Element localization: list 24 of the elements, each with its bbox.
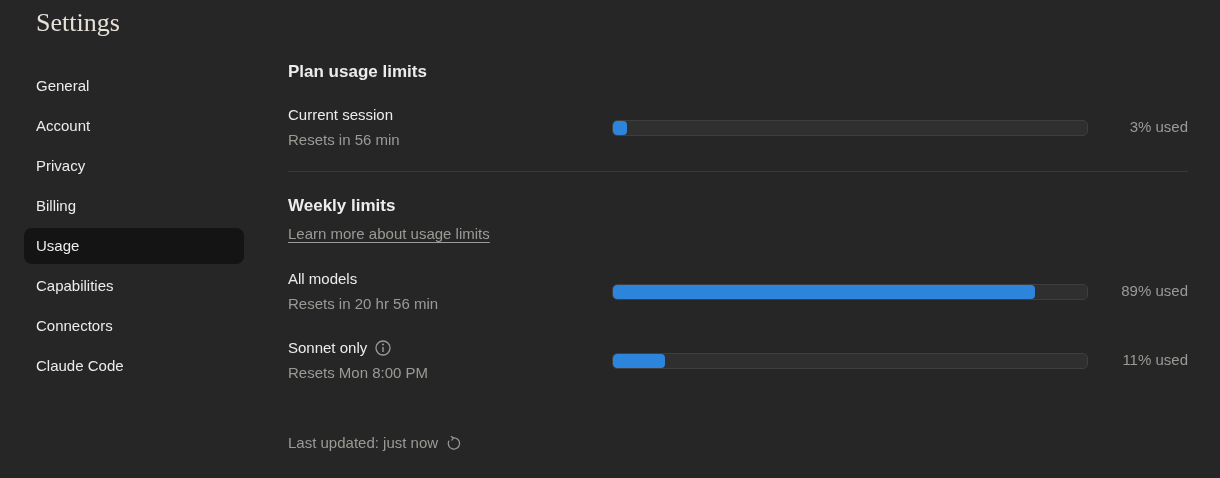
section-title: Weekly limits — [288, 195, 397, 217]
refresh-icon[interactable] — [446, 435, 462, 451]
limit-name: All models — [288, 269, 358, 289]
sidebar-item[interactable]: Account — [24, 108, 244, 144]
sidebar-item[interactable]: Usage — [24, 228, 244, 264]
sidebar-item[interactable]: Claude Code — [24, 348, 244, 384]
sidebar-item[interactable]: Billing — [24, 188, 244, 224]
section-title: Plan usage limits — [288, 61, 428, 83]
sidebar-item[interactable]: Connectors — [24, 308, 244, 344]
sidebar-item[interactable]: Privacy — [24, 148, 244, 184]
reset-time: Resets in 56 min — [288, 130, 401, 150]
last-updated: Last updated: just now — [288, 433, 439, 453]
reset-time: Resets in 20 hr 56 min — [288, 294, 440, 314]
info-icon[interactable] — [375, 340, 392, 356]
usage-reading: 3% used — [1128, 117, 1188, 138]
reset-time: Resets Mon 8:00 PM — [288, 363, 430, 383]
sidebar-item[interactable]: Capabilities — [24, 268, 244, 304]
learn-more-link[interactable]: Learn more about usage limits — [288, 225, 490, 242]
limit-name: Sonnet only — [288, 338, 368, 358]
page-title: Settings — [35, 7, 121, 39]
sidebar-item[interactable]: General — [24, 68, 244, 104]
limit-name: Current session — [288, 105, 394, 125]
usage-reading: 11% used — [1121, 350, 1188, 371]
usage-reading: 89% used — [1120, 281, 1188, 302]
